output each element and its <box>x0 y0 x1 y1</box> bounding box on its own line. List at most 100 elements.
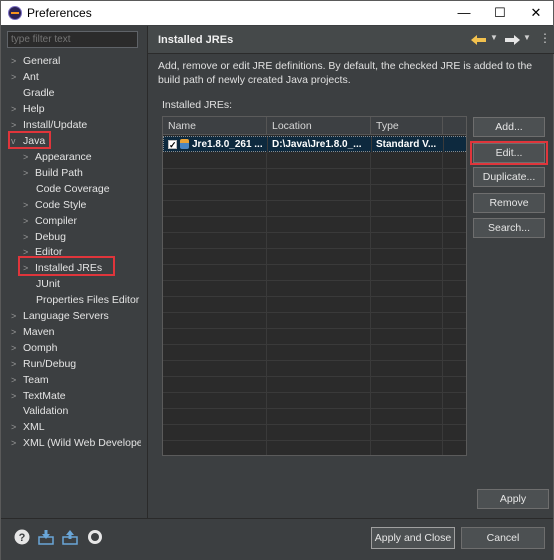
installed-jres-label: Installed JREs: <box>162 99 233 111</box>
forward-arrow-icon[interactable] <box>503 34 521 46</box>
empty-table-row <box>163 249 466 265</box>
table-cell-type: Standard V... <box>372 137 444 153</box>
column-header-type[interactable]: Type <box>371 117 443 135</box>
tree-item-textmate[interactable]: > TextMate <box>11 388 66 404</box>
chevron-right-icon[interactable]: > <box>11 324 23 340</box>
add-button[interactable]: Add... <box>473 117 545 137</box>
chevron-right-icon[interactable]: > <box>11 419 23 435</box>
empty-table-row <box>163 441 466 455</box>
empty-table-row <box>163 201 466 217</box>
chevron-right-icon[interactable]: > <box>11 372 23 388</box>
import-icon[interactable] <box>38 529 54 545</box>
empty-table-row <box>163 169 466 185</box>
tree-item-build-path[interactable]: > Build Path <box>23 165 83 181</box>
apply-button[interactable]: Apply <box>477 489 549 509</box>
tree-item-general[interactable]: > General <box>11 53 60 69</box>
page-header: Installed JREs ▼ ▼ ⋮ <box>148 26 554 54</box>
table-cell-location: D:\Java\Jre1.8.0_... <box>268 137 372 153</box>
tree-item-junit[interactable]: JUnit <box>36 276 60 292</box>
chevron-right-icon[interactable]: > <box>11 356 23 372</box>
back-arrow-icon[interactable] <box>470 34 488 46</box>
window-title: Preferences <box>27 6 92 20</box>
table-header: Name Location Type <box>163 117 466 135</box>
duplicate-button[interactable]: Duplicate... <box>473 167 545 187</box>
maximize-button[interactable]: ☐ <box>485 3 515 23</box>
remove-button[interactable]: Remove <box>473 193 545 213</box>
chevron-right-icon[interactable]: > <box>23 165 35 181</box>
vertical-divider <box>147 26 148 518</box>
tree-item-ant[interactable]: > Ant <box>11 69 39 85</box>
tree-item-code-style[interactable]: > Code Style <box>23 197 86 213</box>
column-header-location[interactable]: Location <box>267 117 371 135</box>
empty-table-row <box>163 185 466 201</box>
export-icon[interactable] <box>62 529 78 545</box>
title-bar: Preferences — ☐ ✕ <box>1 1 553 25</box>
apply-and-close-button[interactable]: Apply and Close <box>371 527 455 549</box>
edit-highlight-box <box>470 141 548 165</box>
empty-table-row <box>163 233 466 249</box>
filter-input[interactable] <box>7 31 138 48</box>
preferences-window: Preferences — ☐ ✕ >General >Ant Gradle >… <box>0 0 554 560</box>
preferences-tree: > General > Ant Gradle > Help > Install/Upda… <box>1 53 141 501</box>
chevron-right-icon[interactable]: > <box>23 197 35 213</box>
chevron-right-icon[interactable]: > <box>11 69 23 85</box>
column-header-name[interactable]: Name <box>163 117 267 135</box>
empty-table-row <box>163 217 466 233</box>
empty-table-row <box>163 393 466 409</box>
empty-table-row <box>163 361 466 377</box>
tree-item-oomph[interactable]: > Oomph <box>11 340 57 356</box>
tree-item-appearance[interactable]: > Appearance <box>23 149 92 165</box>
minimize-button[interactable]: — <box>449 3 479 23</box>
tree-item-validation[interactable]: Validation <box>23 403 68 419</box>
tree-item-help[interactable]: > Help <box>11 101 45 117</box>
table-row[interactable]: Jre1.8.0_261 ... D:\Java\Jre1.8.0_... St… <box>163 136 466 153</box>
tree-item-run-debug[interactable]: > Run/Debug <box>11 356 76 372</box>
tree-item-team[interactable]: > Team <box>11 372 49 388</box>
java-highlight-box <box>8 131 51 149</box>
eclipse-logo-icon <box>8 6 22 20</box>
tree-item-properties-files-editor[interactable]: Properties Files Editor <box>36 292 139 308</box>
tree-item-compiler[interactable]: > Compiler <box>23 213 77 229</box>
chevron-right-icon[interactable]: > <box>23 229 35 245</box>
tree-item-maven[interactable]: > Maven <box>11 324 55 340</box>
view-menu-icon[interactable]: ⋮ <box>539 31 551 45</box>
empty-table-row <box>163 329 466 345</box>
tree-item-xml[interactable]: > XML <box>11 419 45 435</box>
empty-table-row <box>163 425 466 441</box>
help-icon[interactable]: ? <box>14 529 30 545</box>
chevron-right-icon[interactable]: > <box>11 53 23 69</box>
chevron-right-icon[interactable]: > <box>11 388 23 404</box>
back-dropdown-icon[interactable]: ▼ <box>490 33 498 42</box>
chevron-right-icon[interactable]: > <box>11 308 23 324</box>
svg-text:?: ? <box>19 532 26 544</box>
tree-item-gradle[interactable]: Gradle <box>23 85 55 101</box>
close-button[interactable]: ✕ <box>521 3 551 23</box>
empty-table-row <box>163 377 466 393</box>
chevron-right-icon[interactable]: > <box>11 340 23 356</box>
cancel-button[interactable]: Cancel <box>461 527 545 549</box>
empty-table-row <box>163 265 466 281</box>
chevron-right-icon[interactable]: > <box>23 149 35 165</box>
chevron-right-icon[interactable]: > <box>11 101 23 117</box>
default-jre-checkbox[interactable] <box>168 138 177 153</box>
chevron-right-icon[interactable]: > <box>23 213 35 229</box>
installed-jres-highlight-box <box>18 256 115 276</box>
tree-item-language-servers[interactable]: > Language Servers <box>11 308 109 324</box>
table-cell-name: Jre1.8.0_261 ... <box>164 137 268 153</box>
empty-table-row <box>163 297 466 313</box>
empty-table-row <box>163 313 466 329</box>
page-description: Add, remove or edit JRE definitions. By … <box>158 60 533 86</box>
tree-item-debug[interactable]: > Debug <box>23 229 66 245</box>
empty-table-row <box>163 281 466 297</box>
tree-item-code-coverage[interactable]: Code Coverage <box>36 181 110 197</box>
empty-table-row <box>163 153 466 169</box>
chevron-right-icon[interactable]: > <box>11 435 23 451</box>
forward-dropdown-icon[interactable]: ▼ <box>523 33 531 42</box>
empty-table-row <box>163 409 466 425</box>
record-icon[interactable] <box>87 529 103 545</box>
tree-item-xml-wild-web[interactable]: > XML (Wild Web Develope <box>11 435 141 451</box>
search-button[interactable]: Search... <box>473 218 545 238</box>
jre-library-icon <box>180 139 189 150</box>
page-title: Installed JREs <box>158 34 234 46</box>
jre-table: Name Location Type Jre1.8.0_261 ... D:\J… <box>162 116 467 456</box>
